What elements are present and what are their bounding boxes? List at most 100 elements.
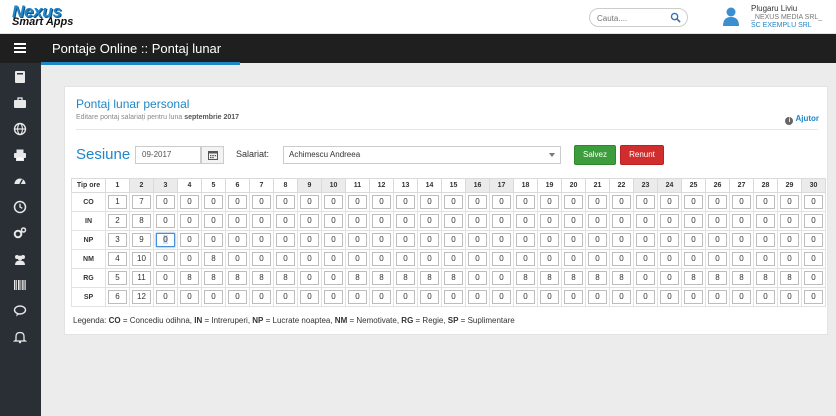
hours-input[interactable]: 0 xyxy=(660,290,679,304)
hours-input[interactable]: 0 xyxy=(324,195,343,209)
user-company-link[interactable]: SC EXEMPLU SRL xyxy=(751,22,812,29)
hours-input[interactable]: 6 xyxy=(108,290,127,304)
hours-input[interactable]: 8 xyxy=(684,271,703,285)
hours-input[interactable]: 7 xyxy=(132,195,151,209)
sidebar-item-time[interactable] xyxy=(0,195,41,219)
hours-input[interactable]: 0 xyxy=(204,290,223,304)
session-input[interactable]: 09-2017 xyxy=(135,146,201,164)
hours-input[interactable]: 0 xyxy=(468,290,487,304)
hours-input[interactable]: 0 xyxy=(396,233,415,247)
hours-input[interactable]: 0 xyxy=(492,252,511,266)
hours-input[interactable]: 0 xyxy=(660,233,679,247)
hours-input[interactable]: 0 xyxy=(564,290,583,304)
hours-input[interactable]: 0 xyxy=(324,233,343,247)
hours-input[interactable]: 0 xyxy=(660,252,679,266)
hours-input[interactable]: 0 xyxy=(204,195,223,209)
hours-input[interactable]: 0 xyxy=(324,290,343,304)
hours-input[interactable]: 0 xyxy=(156,195,175,209)
hours-input[interactable]: 8 xyxy=(180,271,199,285)
hours-input[interactable]: 0 xyxy=(444,214,463,228)
hours-input[interactable]: 0 xyxy=(732,252,751,266)
cancel-button[interactable]: Renunt xyxy=(620,145,664,165)
hours-input[interactable]: 8 xyxy=(516,271,535,285)
search-icon[interactable] xyxy=(670,12,681,23)
hours-input[interactable]: 0 xyxy=(708,214,727,228)
hours-input[interactable]: 0 xyxy=(540,290,559,304)
hours-input[interactable]: 0 xyxy=(468,252,487,266)
hours-input[interactable]: 0 xyxy=(396,195,415,209)
hours-input[interactable]: 0 xyxy=(372,195,391,209)
hours-input[interactable]: 0 xyxy=(420,214,439,228)
hours-input[interactable]: 0 xyxy=(348,214,367,228)
hours-input[interactable]: 0 xyxy=(492,195,511,209)
hours-input[interactable]: 0 xyxy=(252,252,271,266)
hours-input[interactable]: 0 xyxy=(732,214,751,228)
hours-input[interactable]: 8 xyxy=(756,271,775,285)
hours-input[interactable]: 10 xyxy=(132,252,151,266)
hours-input[interactable]: 0 xyxy=(660,195,679,209)
hours-input[interactable]: 0 xyxy=(252,195,271,209)
user-icon[interactable] xyxy=(722,6,740,26)
hours-input[interactable]: 0 xyxy=(684,252,703,266)
hours-input[interactable]: 8 xyxy=(348,271,367,285)
sidebar-item-documents[interactable] xyxy=(0,65,41,89)
hours-input[interactable]: 0 xyxy=(324,252,343,266)
hours-input[interactable]: 0 xyxy=(396,290,415,304)
hours-input[interactable]: 9 xyxy=(132,233,151,247)
hours-input[interactable]: 8 xyxy=(588,271,607,285)
hours-input[interactable]: 0 xyxy=(468,214,487,228)
hours-input[interactable]: 0 xyxy=(516,290,535,304)
hours-input[interactable]: 8 xyxy=(372,271,391,285)
hours-input[interactable]: 0 xyxy=(516,252,535,266)
hours-input[interactable]: 0 xyxy=(588,252,607,266)
hours-input[interactable]: 0 xyxy=(708,233,727,247)
hours-input[interactable]: 8 xyxy=(132,214,151,228)
hours-input[interactable]: 8 xyxy=(564,271,583,285)
hours-input[interactable]: 0 xyxy=(180,290,199,304)
hours-input[interactable]: 0 xyxy=(372,290,391,304)
hours-input[interactable]: 8 xyxy=(396,271,415,285)
hours-input[interactable]: 0 xyxy=(276,252,295,266)
hours-input[interactable]: 0 xyxy=(276,214,295,228)
hours-input[interactable]: 8 xyxy=(204,252,223,266)
hours-input[interactable]: 0 xyxy=(396,214,415,228)
hours-input[interactable]: 0 xyxy=(516,195,535,209)
hours-input[interactable]: 0 xyxy=(636,195,655,209)
hours-input[interactable]: 0 xyxy=(684,214,703,228)
hours-input[interactable]: 0 xyxy=(180,214,199,228)
hours-input[interactable]: 0 xyxy=(732,195,751,209)
hours-input[interactable]: 0 xyxy=(204,214,223,228)
hours-input[interactable]: 0 xyxy=(300,252,319,266)
hours-input[interactable]: 0 xyxy=(804,214,823,228)
hours-input[interactable]: 0 xyxy=(612,290,631,304)
hours-input[interactable]: 0 xyxy=(660,271,679,285)
hours-input[interactable]: 0 xyxy=(540,214,559,228)
hours-input[interactable]: 8 xyxy=(420,271,439,285)
hours-input[interactable]: 0 xyxy=(468,271,487,285)
sidebar-item-messages[interactable] xyxy=(0,299,41,323)
hours-input[interactable]: 8 xyxy=(444,271,463,285)
hours-input[interactable]: 0 xyxy=(420,233,439,247)
hours-input[interactable]: 0 xyxy=(564,214,583,228)
hours-input[interactable]: 0 xyxy=(180,195,199,209)
hours-input[interactable]: 0 xyxy=(156,214,175,228)
sidebar-item-dashboard[interactable] xyxy=(0,169,41,193)
hours-input[interactable]: 5 xyxy=(108,271,127,285)
hours-input[interactable]: 0 xyxy=(300,195,319,209)
hours-input[interactable]: 0 xyxy=(300,233,319,247)
hours-input[interactable]: 0 xyxy=(372,233,391,247)
hours-input[interactable]: 0 xyxy=(300,290,319,304)
hours-input[interactable]: 0 xyxy=(156,233,175,247)
hours-input[interactable]: 0 xyxy=(420,290,439,304)
hours-input[interactable]: 8 xyxy=(540,271,559,285)
hours-input[interactable]: 0 xyxy=(156,290,175,304)
search-box[interactable] xyxy=(589,8,688,27)
hours-input[interactable]: 0 xyxy=(324,214,343,228)
hours-input[interactable]: 0 xyxy=(684,195,703,209)
hours-input[interactable]: 0 xyxy=(372,214,391,228)
save-button[interactable]: Salvez xyxy=(574,145,616,165)
hours-input[interactable]: 0 xyxy=(660,214,679,228)
hours-input[interactable]: 0 xyxy=(156,252,175,266)
hours-input[interactable]: 0 xyxy=(468,233,487,247)
hours-input[interactable]: 0 xyxy=(276,195,295,209)
